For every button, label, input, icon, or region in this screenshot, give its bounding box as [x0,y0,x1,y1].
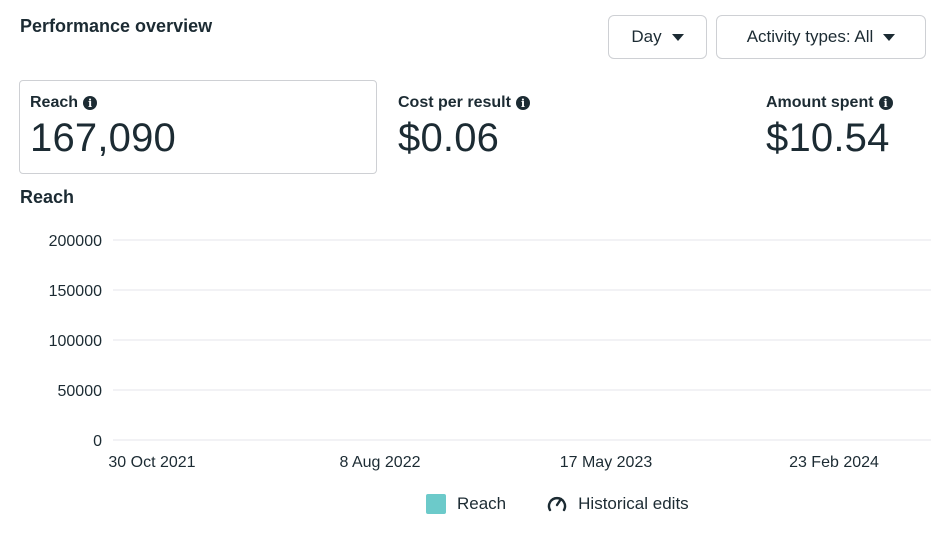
legend-reach-label: Reach [457,494,507,513]
info-icon[interactable]: i [515,96,530,110]
info-icon[interactable]: i [878,96,893,110]
metric-amount-spent[interactable]: Amount spent i $10.54 [766,94,893,161]
y-tick-label: 100000 [49,333,102,350]
y-tick-label: 50000 [58,383,103,400]
metric-label: Reach [30,94,79,111]
x-tick-label: 23 Feb 2024 [789,454,879,471]
metric-label: Amount spent [766,94,874,111]
metric-value: $10.54 [766,116,890,160]
chart-legend: Reach Historical edits [426,494,689,514]
day-label: Day [631,27,662,46]
info-icon[interactable]: i [83,96,98,110]
gauge-icon[interactable] [546,494,568,514]
y-tick-label: 150000 [49,283,102,300]
metric-label: Cost per result [398,94,511,111]
metric-value: 167,090 [30,116,176,160]
activity-types-dropdown[interactable]: Activity types: All [716,15,926,59]
chart-title: Reach [20,187,75,207]
x-tick-label: 8 Aug 2022 [340,454,421,471]
legend-historical-label: Historical edits [578,494,689,513]
caret-down-icon [883,33,896,41]
metric-value: $0.06 [398,116,500,160]
reach-swatch-icon[interactable] [426,494,446,514]
caret-down-icon [671,33,684,41]
y-tick-label: 200000 [49,233,102,250]
activity-types-label: Activity types: All [746,27,874,46]
y-tick-label: 0 [93,433,102,450]
x-tick-label: 30 Oct 2021 [108,454,195,471]
reach-chart: 200000 150000 100000 50000 0 30 Oct 2021 8 Aug… [49,233,931,471]
metric-cost-per-result[interactable]: Cost per result i $0.06 [398,94,530,161]
day-dropdown[interactable]: Day [608,15,707,59]
page-title: Performance overview [20,16,213,36]
x-tick-label: 17 May 2023 [560,454,653,471]
metric-reach[interactable]: Reach i 167,090 [30,94,176,161]
